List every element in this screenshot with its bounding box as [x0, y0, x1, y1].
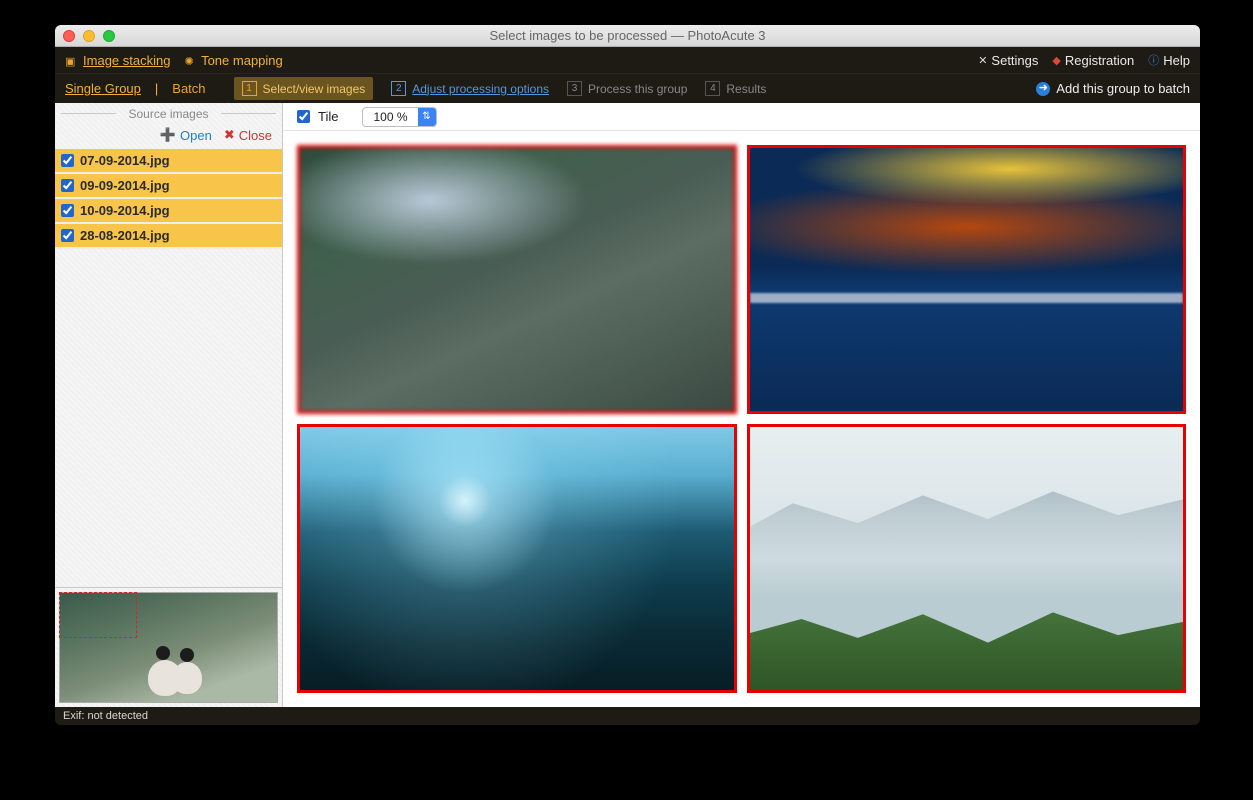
sidebar-header: Source images — [55, 103, 282, 123]
step-adjust-options[interactable]: 2 Adjust processing options — [391, 81, 549, 96]
list-item[interactable]: 09-09-2014.jpg — [55, 174, 282, 199]
file-list: 07-09-2014.jpg 09-09-2014.jpg 10-09-2014… — [55, 149, 282, 249]
close-window-button[interactable] — [63, 30, 75, 42]
step-number: 4 — [705, 81, 720, 96]
file-name: 10-09-2014.jpg — [80, 203, 170, 218]
zoom-stepper-icon: ⇅ — [418, 107, 436, 127]
status-bar: Exif: not detected — [55, 707, 1200, 725]
step-label: Results — [726, 82, 766, 96]
image-stacking-mode[interactable]: ▣ Image stacking — [65, 53, 170, 68]
add-group-to-batch[interactable]: ➜ Add this group to batch — [1036, 81, 1190, 96]
settings-icon: ✕ — [978, 54, 987, 67]
image-grid — [283, 131, 1200, 707]
open-button[interactable]: ➕ Open — [160, 127, 212, 143]
window-title: Select images to be processed — PhotoAcu… — [55, 28, 1200, 43]
content-area: Tile 100 % ⇅ — [283, 103, 1200, 707]
file-checkbox[interactable] — [61, 154, 74, 167]
registration-icon: ◆ — [1052, 54, 1060, 67]
add-group-label: Add this group to batch — [1056, 81, 1190, 96]
tone-icon: ✺ — [184, 56, 193, 68]
window-controls — [63, 30, 115, 42]
add-icon: ➜ — [1036, 82, 1050, 96]
main-area: Source images ➕ Open ✖ Close 07-09-2014.… — [55, 103, 1200, 707]
help-button[interactable]: ⓘ Help — [1148, 52, 1190, 68]
image-stacking-label: Image stacking — [83, 53, 170, 68]
file-checkbox[interactable] — [61, 204, 74, 217]
content-toolbar: Tile 100 % ⇅ — [283, 103, 1200, 131]
step-number: 2 — [391, 81, 406, 96]
tone-mapping-label: Tone mapping — [201, 53, 283, 68]
list-item[interactable]: 28-08-2014.jpg — [55, 224, 282, 249]
preview-subject — [148, 648, 203, 696]
group-mode-tabs: Single Group | Batch — [65, 81, 206, 96]
tile-checkbox[interactable] — [297, 110, 310, 123]
zoom-value: 100 % — [363, 110, 417, 124]
file-checkbox[interactable] — [61, 179, 74, 192]
step-label: Adjust processing options — [412, 82, 549, 96]
open-label: Open — [180, 128, 212, 143]
help-icon: ⓘ — [1148, 52, 1159, 68]
file-checkbox[interactable] — [61, 229, 74, 242]
close-label: Close — [239, 128, 272, 143]
step-number: 1 — [242, 81, 257, 96]
image-tile[interactable] — [747, 145, 1187, 414]
step-process-group: 3 Process this group — [567, 81, 687, 96]
step-select-images[interactable]: 1 Select/view images — [234, 77, 374, 100]
image-tile[interactable] — [297, 424, 737, 693]
workflow-steps: 1 Select/view images 2 Adjust processing… — [234, 77, 767, 100]
right-menu: ✕ Settings ◆ Registration ⓘ Help — [978, 52, 1190, 68]
close-icon: ✖ — [224, 127, 235, 143]
stack-icon: ▣ — [65, 56, 75, 68]
tone-mapping-mode[interactable]: ✺ Tone mapping — [184, 53, 282, 68]
single-group-tab[interactable]: Single Group — [65, 81, 141, 96]
step-label: Select/view images — [263, 82, 366, 96]
registration-label: Registration — [1065, 53, 1134, 68]
minimize-window-button[interactable] — [83, 30, 95, 42]
registration-button[interactable]: ◆ Registration — [1052, 53, 1134, 68]
file-name: 28-08-2014.jpg — [80, 228, 170, 243]
settings-label: Settings — [991, 53, 1038, 68]
open-icon: ➕ — [160, 127, 176, 143]
list-item[interactable]: 10-09-2014.jpg — [55, 199, 282, 224]
titlebar: Select images to be processed — PhotoAcu… — [55, 25, 1200, 47]
separator: | — [155, 81, 158, 96]
close-button[interactable]: ✖ Close — [224, 127, 272, 143]
step-number: 3 — [567, 81, 582, 96]
sidebar-actions: ➕ Open ✖ Close — [55, 123, 282, 149]
viewport-indicator[interactable] — [59, 592, 137, 638]
sidebar: Source images ➕ Open ✖ Close 07-09-2014.… — [55, 103, 283, 707]
step-results: 4 Results — [705, 81, 766, 96]
zoom-window-button[interactable] — [103, 30, 115, 42]
help-label: Help — [1163, 53, 1190, 68]
thumbnail-preview[interactable] — [55, 587, 282, 707]
exif-status: Exif: not detected — [63, 710, 148, 722]
zoom-select[interactable]: 100 % ⇅ — [362, 107, 436, 127]
image-tile[interactable] — [747, 424, 1187, 693]
file-name: 09-09-2014.jpg — [80, 178, 170, 193]
image-tile[interactable] — [297, 145, 737, 414]
file-name: 07-09-2014.jpg — [80, 153, 170, 168]
tile-label: Tile — [318, 109, 338, 124]
step-label: Process this group — [588, 82, 687, 96]
batch-tab[interactable]: Batch — [172, 81, 205, 96]
step-bar: Single Group | Batch 1 Select/view image… — [55, 73, 1200, 103]
settings-button[interactable]: ✕ Settings — [978, 53, 1038, 68]
app-window: Select images to be processed — PhotoAcu… — [55, 25, 1200, 725]
mode-bar: ▣ Image stacking ✺ Tone mapping ✕ Settin… — [55, 47, 1200, 73]
list-item[interactable]: 07-09-2014.jpg — [55, 149, 282, 174]
